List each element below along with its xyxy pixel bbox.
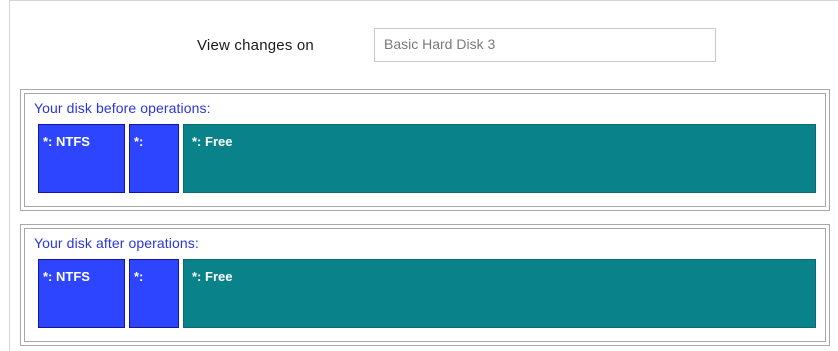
partition-free[interactable]: *: Free — [183, 259, 816, 328]
disk-select-field[interactable]: Basic Hard Disk 3 — [374, 28, 716, 62]
disk-after-title: Your disk after operations: — [34, 235, 199, 251]
disk-before-title: Your disk before operations: — [34, 100, 211, 116]
partition-free[interactable]: *: Free — [183, 124, 816, 193]
partition-ntfs-label: *: NTFS — [43, 134, 90, 149]
partition-unnamed-label: *: — [134, 269, 144, 284]
partition-unnamed[interactable]: *: — [129, 259, 179, 328]
partition-ntfs-label: *: NTFS — [43, 269, 90, 284]
partition-unnamed-label: *: — [134, 134, 144, 149]
partition-free-label: *: Free — [192, 134, 233, 149]
partition-free-label: *: Free — [192, 269, 233, 284]
disk-before-group: Your disk before operations: *: NTFS *: … — [20, 89, 830, 211]
partition-unnamed[interactable]: *: — [129, 124, 179, 193]
partition-ntfs[interactable]: *: NTFS — [38, 124, 125, 193]
partition-ntfs[interactable]: *: NTFS — [38, 259, 125, 328]
view-changes-label: View changes on — [197, 37, 314, 54]
disk-after-group: Your disk after operations: *: NTFS *: *… — [20, 224, 830, 346]
